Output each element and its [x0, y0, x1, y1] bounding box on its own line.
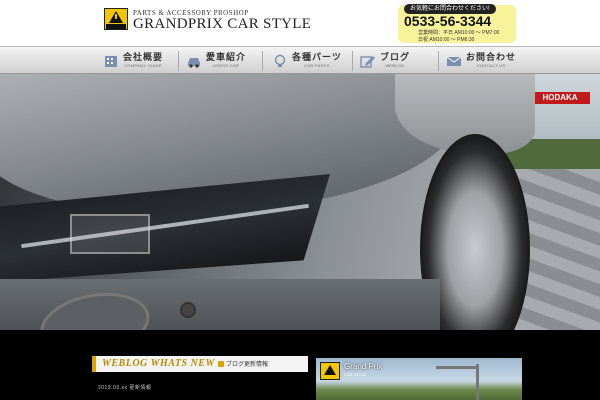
blog-header: WEBLOG WHATS NEW ブログ更新情報	[92, 356, 308, 372]
banner-title: Grand Prix	[344, 362, 383, 371]
banner-logo-icon	[320, 362, 340, 380]
blog-panel: WEBLOG WHATS NEW ブログ更新情報 2019.03.xx 更新情報	[92, 356, 308, 400]
logo-icon[interactable]	[104, 8, 128, 30]
promo-banner[interactable]: Grand Prix CAR STYLE	[316, 358, 522, 400]
nav-sublabel: CAR PARTS	[304, 63, 330, 68]
blog-subtitle: ブログ更新情報	[226, 362, 269, 368]
sign-arm	[436, 366, 478, 369]
pencil-icon	[360, 54, 376, 68]
phone-number[interactable]: 0533-56-3344	[404, 13, 491, 29]
warning-triangle-icon	[324, 365, 336, 375]
nav-item-car-parts[interactable]: 各種パーツ CAR PARTS	[272, 47, 342, 74]
sign-pole	[476, 364, 479, 400]
nav-sublabel: WEBLOG	[385, 63, 405, 68]
nav-sublabel: CONTACT US	[476, 63, 506, 68]
mail-icon	[446, 54, 462, 68]
nav-divider	[178, 51, 179, 71]
nav-item-contact[interactable]: お問合わせ CONTACT US	[446, 47, 516, 74]
square-bullet-icon	[218, 361, 224, 367]
nav-item-company[interactable]: 会社概要 COMPANY GUIDE	[103, 47, 163, 74]
nav-label: 愛車紹介	[206, 52, 247, 62]
nav-item-users-car[interactable]: 愛車紹介 USERS CAR	[186, 47, 246, 74]
building-icon	[103, 54, 119, 68]
main-nav: 会社概要 COMPANY GUIDE 愛車紹介 USERS CAR 各種パーツ …	[0, 46, 600, 74]
hero-image: HODAKA	[0, 74, 600, 330]
hours-holiday: 日祝 AM10:00 ～ PM6:30	[418, 37, 475, 43]
store-sign: HODAKA	[530, 92, 590, 104]
nav-divider	[352, 51, 353, 71]
nav-label: お問合わせ	[466, 52, 517, 62]
car-icon	[186, 54, 202, 68]
blog-entry[interactable]: 2019.03.xx 更新情報	[98, 384, 151, 391]
nav-sublabel: USERS CAR	[212, 63, 240, 68]
brand-name[interactable]: GRANDPRIX CAR STYLE	[133, 16, 311, 33]
parking-sensor	[180, 302, 196, 318]
blog-title: WEBLOG WHATS NEW	[102, 358, 215, 369]
nav-label: 各種パーツ	[292, 52, 342, 62]
nav-divider	[262, 51, 263, 71]
nav-label: ブログ	[380, 52, 411, 62]
hours-weekday: 営業時間：平日 AM10:00 ～ PM7:00	[418, 30, 500, 36]
nav-label: 会社概要	[123, 52, 164, 62]
nav-divider	[438, 51, 439, 71]
site-header: PARTS & ACCESSORY PROSHOP GRANDPRIX CAR …	[0, 0, 600, 46]
nav-sublabel: COMPANY GUIDE	[124, 63, 162, 68]
nav-item-weblog[interactable]: ブログ WEBLOG	[360, 47, 410, 74]
banner-subtitle: CAR STYLE	[344, 372, 367, 377]
lightbulb-icon	[272, 54, 288, 68]
license-plate	[70, 214, 150, 254]
